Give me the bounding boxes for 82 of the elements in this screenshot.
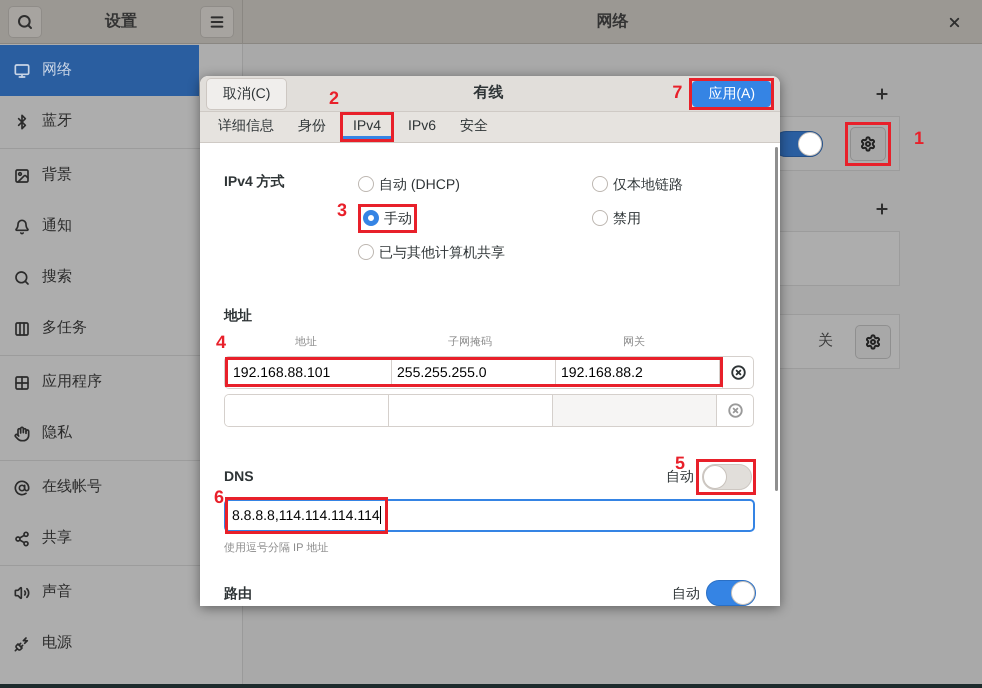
- section-title: 路由: [224, 584, 252, 602]
- status-label: 关: [818, 331, 833, 352]
- tab[interactable]: 身份: [288, 112, 336, 142]
- annotation-number: 6: [214, 488, 224, 506]
- sidebar-label: 共享: [42, 528, 72, 548]
- settings-button[interactable]: [855, 324, 891, 358]
- sidebar-label: 网络: [42, 60, 72, 80]
- sidebar-item[interactable]: 共享: [0, 513, 199, 564]
- sidebar-item[interactable]: 声音: [0, 567, 199, 618]
- column-header: 子网掩码: [447, 335, 493, 350]
- tab[interactable]: 安全: [450, 112, 498, 142]
- sidebar-item[interactable]: 蓝牙: [0, 96, 199, 147]
- sidebar-label: 声音: [42, 582, 72, 602]
- dialog-title: 有线: [473, 83, 504, 104]
- toggle-switch[interactable]: [706, 580, 756, 606]
- network-icon: [14, 62, 30, 78]
- hint-text: 使用逗号分隔 IP 地址: [224, 540, 330, 556]
- sidebar-label: 通知: [42, 216, 72, 236]
- sidebar-item[interactable]: 通知: [0, 201, 199, 252]
- annotation-number: 7: [672, 82, 682, 100]
- sidebar-label: 应用程序: [42, 372, 102, 392]
- share-icon: [14, 530, 30, 546]
- column-header: 地址: [294, 335, 318, 350]
- scrollbar[interactable]: [775, 147, 778, 491]
- menu-button[interactable]: [200, 6, 234, 38]
- sidebar-label: 多任务: [42, 318, 87, 338]
- address-input[interactable]: [225, 394, 389, 426]
- sidebar-label: 在线帐号: [42, 477, 102, 498]
- tab[interactable]: IPv6: [398, 112, 446, 142]
- radio-option[interactable]: 已与其他计算机共享: [358, 242, 505, 262]
- sidebar-item[interactable]: 电源: [0, 618, 199, 669]
- image-icon: [14, 168, 30, 184]
- remove-icon: [728, 402, 742, 418]
- sidebar-label: 背景: [42, 165, 72, 186]
- search-button[interactable]: [8, 6, 42, 38]
- dns-value: 8.8.8.8,114.114.114.114: [232, 506, 380, 524]
- sidebar-item[interactable]: 多任务: [0, 303, 199, 354]
- plus-icon: [874, 201, 890, 217]
- hand-icon: [14, 426, 30, 442]
- sidebar-item[interactable]: 网络: [0, 45, 199, 96]
- radio-option[interactable]: 禁用: [592, 208, 641, 228]
- bell-icon: [14, 218, 30, 234]
- section-title: DNS: [224, 467, 254, 486]
- toggle-label: 自动: [672, 584, 700, 602]
- sidebar-item[interactable]: 应用程序: [0, 357, 199, 408]
- annotation-number: 2: [329, 89, 340, 107]
- sidebar-item[interactable]: 在线帐号: [0, 462, 199, 513]
- plug-icon: [14, 636, 30, 652]
- section-label: IPv4 方式: [224, 172, 286, 191]
- radio-option[interactable]: 手动: [363, 208, 412, 228]
- apply-button[interactable]: 应用(A): [692, 80, 771, 106]
- radio-option[interactable]: 仅本地链路: [592, 174, 683, 194]
- tab[interactable]: 详细信息: [208, 112, 284, 142]
- window-title: 网络: [596, 12, 628, 32]
- radio-option[interactable]: 自动 (DHCP): [358, 174, 460, 194]
- sidebar-item[interactable]: 背景: [0, 150, 199, 201]
- search-icon: [14, 270, 30, 286]
- window-icon: [14, 320, 30, 336]
- sidebar-item[interactable]: 搜索: [0, 252, 199, 303]
- at-sign-icon: [14, 480, 30, 496]
- settings-icon: [865, 334, 881, 350]
- address-input[interactable]: [553, 394, 717, 426]
- sidebar-label: 隐私: [42, 423, 72, 444]
- annotation-number: 3: [337, 200, 348, 218]
- sidebar-label: 蓝牙: [42, 111, 72, 132]
- sidebar-item[interactable]: 隐私: [0, 408, 199, 459]
- cancel-button[interactable]: 取消(C): [206, 78, 288, 110]
- search-icon: [17, 14, 33, 30]
- speaker-icon: [14, 584, 30, 600]
- grid-icon: [14, 374, 30, 390]
- tab[interactable]: IPv4: [343, 115, 392, 139]
- section-title: 地址: [224, 306, 253, 325]
- settings-icon: [860, 136, 876, 152]
- sidebar-label: 搜索: [42, 267, 72, 288]
- sidebar-title: 设置: [105, 12, 137, 32]
- annotation-number: 4: [216, 333, 226, 351]
- annotation-number: 1: [914, 128, 924, 146]
- sidebar-label: 电源: [42, 633, 72, 654]
- plus-icon: [874, 86, 890, 102]
- column-header: 网关: [622, 334, 646, 350]
- menu-icon: [209, 14, 225, 30]
- remove-icon: [730, 364, 746, 380]
